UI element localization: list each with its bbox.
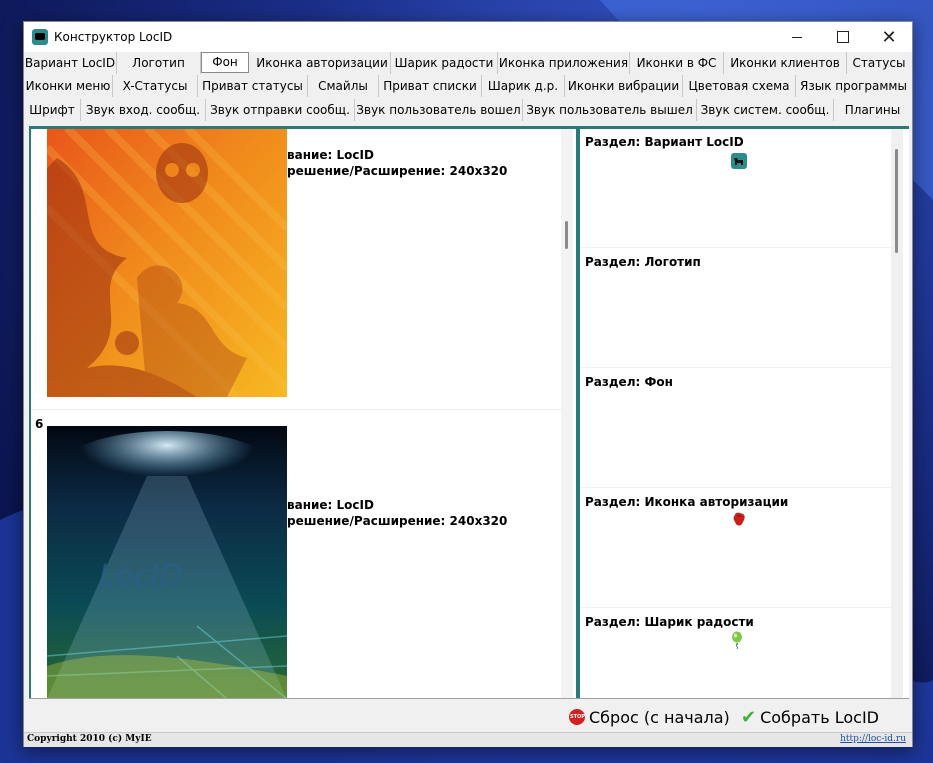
build-button[interactable]: ✔ Собрать LocID xyxy=(741,705,879,729)
tab-color-scheme[interactable]: Цветовая схема xyxy=(683,75,796,97)
section-background: Раздел: Фон xyxy=(581,369,891,488)
tab-sound-user-out[interactable]: Звук пользователь вышел xyxy=(523,99,697,121)
left-scrollbar-thumb[interactable] xyxy=(565,221,568,249)
bg-resolution-line: решение/Расширение: 240x320 xyxy=(287,514,508,528)
stop-icon xyxy=(569,709,585,725)
tab-private-statuses[interactable]: Приват статусы xyxy=(198,75,308,97)
orange-skull-background[interactable] xyxy=(47,129,287,397)
tab-x-statuses[interactable]: X-Статусы xyxy=(113,75,198,97)
tab-smileys[interactable]: Смайлы xyxy=(308,75,379,97)
section-title: Раздел: Фон xyxy=(585,375,673,389)
dark-sky-locid-background[interactable]: LocID xyxy=(47,426,287,699)
tab-joy-ball[interactable]: Шарик радости xyxy=(391,52,498,74)
section-variant: Раздел: Вариант LocID xyxy=(581,129,891,248)
tab-vibration-icons[interactable]: Иконки вибрации xyxy=(565,75,683,97)
tab-sound-user-in[interactable]: Звук пользователь вошел xyxy=(355,99,523,121)
tab-sound-send[interactable]: Звук отправки сообщ. xyxy=(206,99,355,121)
tab-row-2: Иконки меню X-Статусы Приват статусы Сма… xyxy=(24,75,912,97)
sections-panel[interactable]: Раздел: Вариант LocID Раздел: Логотип Ра… xyxy=(581,129,909,699)
tab-private-lists[interactable]: Приват списки xyxy=(379,75,482,97)
tab-row-3: Шрифт Звук вход. сообщ. Звук отправки со… xyxy=(24,99,912,121)
title-bar: Конструктор LocID ✕ xyxy=(24,22,912,52)
right-scrollbar[interactable] xyxy=(891,129,903,699)
build-label: Собрать LocID xyxy=(760,707,879,727)
minimize-icon xyxy=(792,36,802,38)
status-bar: Copyright 2010 (c) MyIE http://loc-id.ru xyxy=(24,732,912,747)
tab-auth-icon[interactable]: Иконка авторизации xyxy=(254,52,391,74)
left-scrollbar[interactable] xyxy=(561,129,573,699)
tab-language[interactable]: Язык программы xyxy=(796,75,911,97)
tab-variant[interactable]: Вариант LocID xyxy=(24,52,117,74)
tab-fs-icons[interactable]: Иконки в ФС xyxy=(630,52,724,74)
close-icon: ✕ xyxy=(881,26,897,48)
backgrounds-list[interactable]: вание: LocID решение/Расширение: 240x320… xyxy=(29,129,581,699)
tab-statuses[interactable]: Статусы xyxy=(847,52,911,74)
close-button[interactable]: ✕ xyxy=(866,22,912,52)
tab-sound-system[interactable]: Звук систем. сообщ. xyxy=(697,99,834,121)
section-auth-icon: Раздел: Иконка авторизации xyxy=(581,489,891,608)
red-glove-icon[interactable] xyxy=(733,512,745,526)
site-link[interactable]: http://loc-id.ru xyxy=(840,734,906,744)
copyright-text: Copyright 2010 (c) MyIE xyxy=(27,734,152,744)
bg-name-line: вание: LocID xyxy=(287,498,374,512)
window-title: Конструктор LocID xyxy=(54,30,173,44)
maximize-icon xyxy=(837,31,849,43)
tab-row-1: Вариант LocID Логотип Фон Иконка авториз… xyxy=(24,52,912,74)
locid-dog-icon[interactable] xyxy=(731,153,747,169)
green-balloon-icon[interactable] xyxy=(731,631,743,649)
tab-background[interactable]: Фон xyxy=(201,52,249,73)
reset-button[interactable]: Сброс (с начала) xyxy=(569,705,730,729)
section-title: Раздел: Шарик радости xyxy=(585,615,754,629)
tab-plugins[interactable]: Плагины xyxy=(834,99,911,121)
section-title: Раздел: Иконка авторизации xyxy=(585,495,789,509)
maximize-button[interactable] xyxy=(820,22,866,52)
bg-resolution-line: решение/Расширение: 240x320 xyxy=(287,164,508,178)
locid-watermark-text: LocID xyxy=(99,559,183,594)
section-title: Раздел: Вариант LocID xyxy=(585,135,744,149)
section-joy-ball: Раздел: Шарик радости xyxy=(581,609,891,699)
tab-logo[interactable]: Логотип xyxy=(117,52,201,74)
tab-app-icon[interactable]: Иконка приложения xyxy=(498,52,630,74)
tab-birthday-ball[interactable]: Шарик д.р. xyxy=(482,75,565,97)
app-window: Конструктор LocID ✕ Вариант LocID Логоти… xyxy=(23,21,913,747)
tab-font[interactable]: Шрифт xyxy=(24,99,81,121)
tab-client-icons[interactable]: Иконки клиентов xyxy=(724,52,847,74)
section-logo: Раздел: Логотип xyxy=(581,249,891,368)
item-separator xyxy=(31,409,561,410)
right-scrollbar-thumb[interactable] xyxy=(895,149,898,253)
reset-label: Сброс (с начала) xyxy=(589,707,730,727)
app-icon xyxy=(32,29,48,45)
bg-name-line: вание: LocID xyxy=(287,148,374,162)
tab-sound-incoming[interactable]: Звук вход. сообщ. xyxy=(81,99,206,121)
section-title: Раздел: Логотип xyxy=(585,255,701,269)
panel-divider xyxy=(576,129,580,699)
bg-number: 6 xyxy=(35,417,44,431)
tab-menu-icons[interactable]: Иконки меню xyxy=(24,75,113,97)
panel-bottom-border xyxy=(29,698,909,699)
minimize-button[interactable] xyxy=(774,22,820,52)
checkmark-icon: ✔ xyxy=(741,706,757,728)
